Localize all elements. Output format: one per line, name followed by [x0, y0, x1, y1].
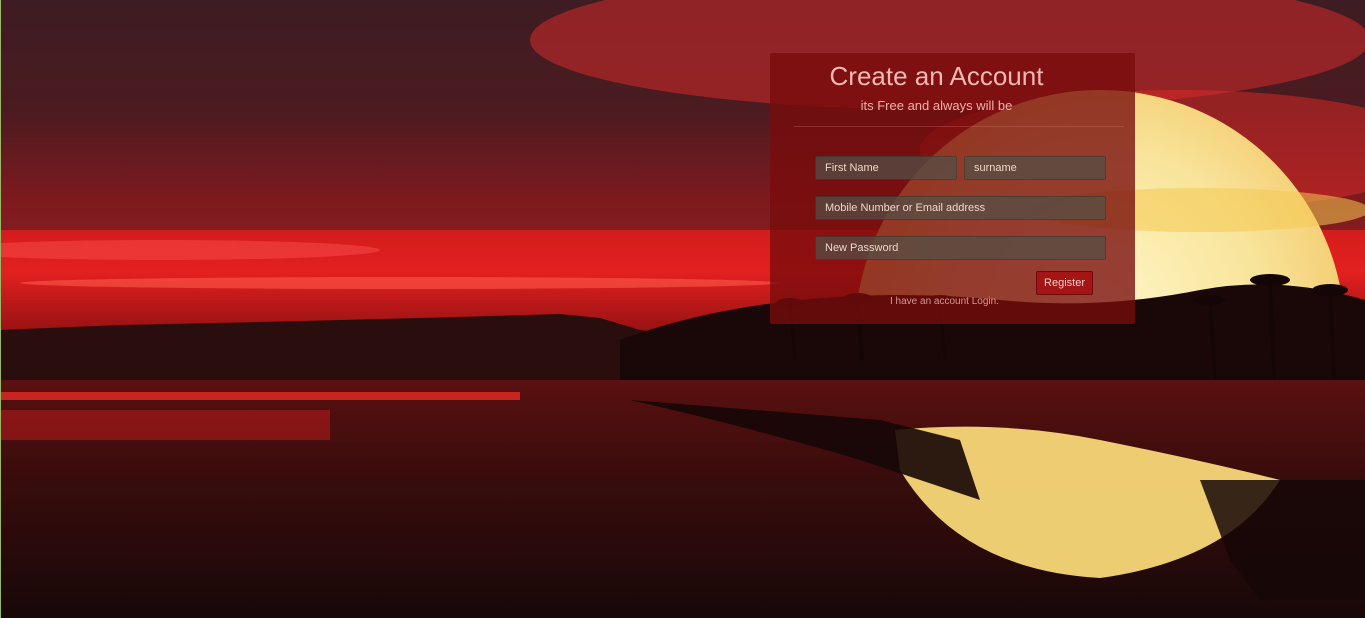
first-name-input[interactable]: First Name [815, 156, 957, 180]
login-link[interactable]: I have an account Login. [890, 296, 999, 307]
page-title: Create an Account [829, 61, 1044, 91]
new-password-input[interactable]: New Password [815, 236, 1106, 260]
sunset-landscape-image [0, 0, 1365, 618]
surname-input[interactable]: surname [964, 156, 1106, 180]
page-subtitle: its Free and always will be [860, 98, 1013, 113]
divider [794, 126, 1124, 127]
register-panel: Create an Account its Free and always wi… [770, 53, 1135, 324]
left-edge-line [0, 0, 1, 618]
mobile-or-email-input[interactable]: Mobile Number or Email address [815, 196, 1106, 220]
sunset-background [0, 0, 1365, 618]
register-button[interactable]: Register [1036, 271, 1093, 295]
